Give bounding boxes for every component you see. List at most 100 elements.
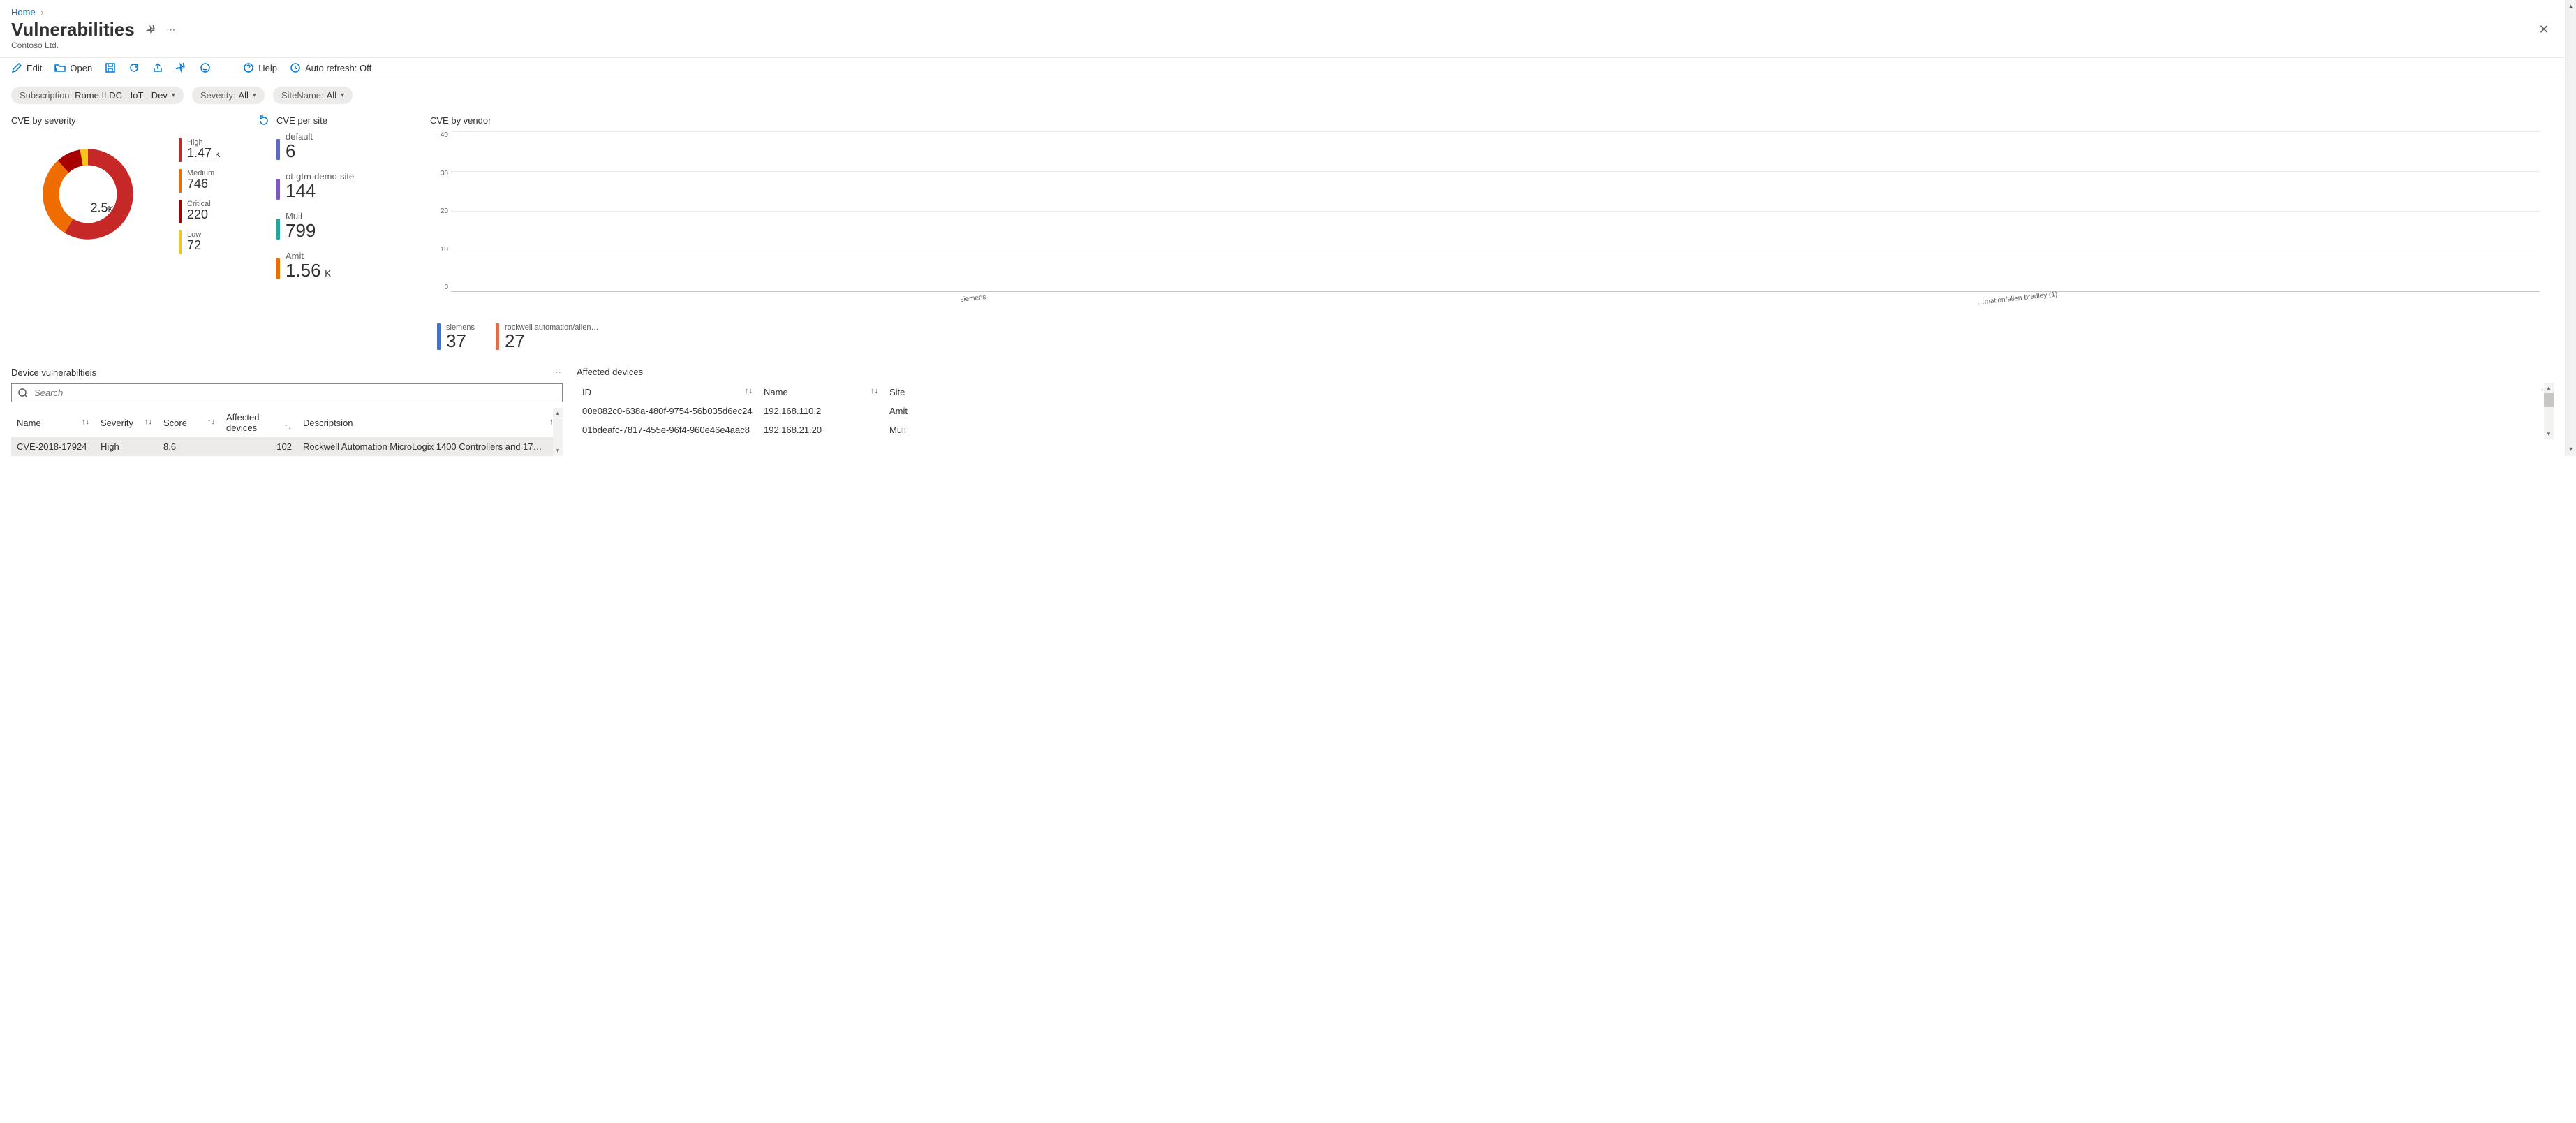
panel-cve-per-site: CVE per site default 6 ot-gtm-demo-site …: [276, 115, 430, 350]
breadcrumb-home[interactable]: Home: [11, 7, 36, 17]
help-button[interactable]: Help: [243, 62, 277, 73]
smiley-icon: [200, 62, 211, 73]
site-list: default 6 ot-gtm-demo-site 144 Muli 799 …: [276, 131, 416, 279]
filter-severity[interactable]: Severity: All ▾: [192, 87, 265, 104]
help-icon: [243, 62, 254, 73]
panel-cve-by-vendor: CVE by vendor 403020100 siemens…mation/a…: [430, 115, 2554, 350]
auto-refresh-toggle[interactable]: Auto refresh: Off: [290, 62, 371, 73]
pin-button[interactable]: [176, 62, 187, 73]
panel-cve-by-severity: CVE by severity 2.5K: [11, 115, 276, 350]
page-scrollbar[interactable]: ▴ ▾: [2565, 0, 2576, 456]
command-bar: Edit Open Help Auto refresh: Off: [0, 57, 2565, 78]
search-icon: [17, 388, 29, 399]
feedback-button[interactable]: [200, 62, 211, 73]
affected-devices-table: ID↑↓ Name↑↓ Site↑↓ 00e082c0-638a-480f-97…: [577, 383, 2554, 439]
save-button[interactable]: [105, 62, 116, 73]
legend-color-bar: [179, 169, 182, 193]
col-site[interactable]: Site↑↓: [884, 383, 2554, 402]
affected-devices-section: Affected devices ID↑↓ Name↑↓ Site↑↓ 00e0…: [577, 367, 2554, 456]
chevron-right-icon: ›: [40, 7, 43, 17]
legend-item[interactable]: Critical 220: [179, 200, 220, 223]
filter-sitename[interactable]: SiteName: All ▾: [273, 87, 353, 104]
section-title: Affected devices: [577, 367, 643, 377]
legend-color-bar: [179, 230, 182, 254]
vendor-value: 27: [505, 332, 599, 350]
section-title: Device vulnerabiltieis: [11, 367, 96, 378]
bar-chart[interactable]: 403020100 siemens…mation/allen-bradley (…: [430, 131, 2540, 302]
cell-id: 01bdeafc-7817-455e-96f4-960e46e4aac8: [577, 420, 758, 439]
y-axis: 403020100: [431, 131, 448, 291]
legend-value: 1.47 K: [187, 147, 220, 159]
edit-button[interactable]: Edit: [11, 62, 42, 73]
legend-color-bar: [179, 200, 182, 223]
pin-icon[interactable]: [142, 20, 161, 40]
filter-sitename-label: SiteName:: [281, 90, 324, 101]
site-item[interactable]: default 6: [276, 131, 416, 160]
col-id[interactable]: ID↑↓: [577, 383, 758, 402]
site-color-bar: [276, 219, 280, 240]
table-row[interactable]: 00e082c0-638a-480f-9754-56b035d6ec24 192…: [577, 402, 2554, 420]
x-axis-label: …mation/allen-bradley (1): [1976, 291, 2059, 307]
edit-label: Edit: [27, 63, 42, 73]
chevron-down-icon: ▾: [253, 91, 256, 99]
search-box[interactable]: [11, 383, 563, 402]
col-name[interactable]: Name↑↓: [11, 408, 95, 437]
site-color-bar: [276, 179, 280, 200]
site-value: 144: [286, 182, 354, 200]
reset-icon[interactable]: [258, 115, 269, 129]
search-input[interactable]: [33, 387, 556, 399]
share-button[interactable]: [152, 62, 163, 73]
donut-chart[interactable]: 2.5K: [39, 145, 165, 271]
site-color-bar: [276, 258, 280, 279]
table-row[interactable]: CVE-2018-17924 High 8.6 102 Rockwell Aut…: [11, 437, 563, 456]
filter-subscription[interactable]: Subscription: Rome ILDC - IoT - Dev ▾: [11, 87, 184, 104]
close-icon[interactable]: ✕: [2534, 20, 2554, 40]
col-severity[interactable]: Severity↑↓: [95, 408, 158, 437]
site-color-bar: [276, 139, 280, 160]
table-scrollbar[interactable]: ▴ ▾: [2544, 383, 2554, 439]
cell-description: Rockwell Automation MicroLogix 1400 Cont…: [297, 437, 563, 456]
panel-title: CVE by vendor: [430, 115, 2540, 126]
site-value: 6: [286, 142, 313, 160]
legend-item[interactable]: Low 72: [179, 230, 220, 254]
panel-title: CVE per site: [276, 115, 416, 126]
more-icon[interactable]: ⋯: [161, 20, 181, 40]
vendor-legend-item[interactable]: siemens 37: [437, 323, 475, 350]
col-description[interactable]: Descriptsion↑↓: [297, 408, 563, 437]
pencil-icon: [11, 62, 22, 73]
legend-item[interactable]: Medium 746: [179, 169, 220, 193]
cell-name: 192.168.21.20: [758, 420, 884, 439]
vendor-color-bar: [496, 323, 499, 350]
legend-value: 72: [187, 239, 202, 251]
site-item[interactable]: ot-gtm-demo-site 144: [276, 171, 416, 200]
table-scrollbar[interactable]: ▴ ▾: [553, 408, 563, 456]
filter-subscription-label: Subscription:: [20, 90, 72, 101]
open-label: Open: [70, 63, 92, 73]
vendor-legend-item[interactable]: rockwell automation/allen… 27: [496, 323, 599, 350]
table-row[interactable]: 01bdeafc-7817-455e-96f4-960e46e4aac8 192…: [577, 420, 2554, 439]
site-item[interactable]: Amit 1.56 K: [276, 251, 416, 279]
refresh-button[interactable]: [128, 62, 140, 73]
vendor-legend: siemens 37 rockwell automation/allen… 27: [437, 323, 2540, 350]
open-button[interactable]: Open: [54, 62, 92, 73]
breadcrumb: Home ›: [0, 0, 2565, 19]
site-value: 799: [286, 221, 317, 240]
cell-affected: 102: [221, 437, 297, 456]
x-axis-labels: siemens…mation/allen-bradley (1): [451, 295, 2540, 302]
filter-sitename-value: All: [327, 90, 336, 101]
page-title: Vulnerabilities: [11, 19, 135, 41]
save-icon: [105, 62, 116, 73]
col-affected[interactable]: Affected devices↑↓: [221, 408, 297, 437]
donut-center-value: 2.5K: [90, 201, 113, 216]
help-label: Help: [258, 63, 277, 73]
legend-color-bar: [179, 138, 182, 162]
site-value: 1.56 K: [286, 261, 331, 279]
vendor-value: 37: [446, 332, 475, 350]
pin-icon: [176, 62, 187, 73]
site-item[interactable]: Muli 799: [276, 211, 416, 240]
col-score[interactable]: Score↑↓: [158, 408, 221, 437]
col-name[interactable]: Name↑↓: [758, 383, 884, 402]
more-icon[interactable]: ⋯: [552, 367, 563, 378]
folder-open-icon: [54, 62, 66, 73]
legend-item[interactable]: High 1.47 K: [179, 138, 220, 162]
